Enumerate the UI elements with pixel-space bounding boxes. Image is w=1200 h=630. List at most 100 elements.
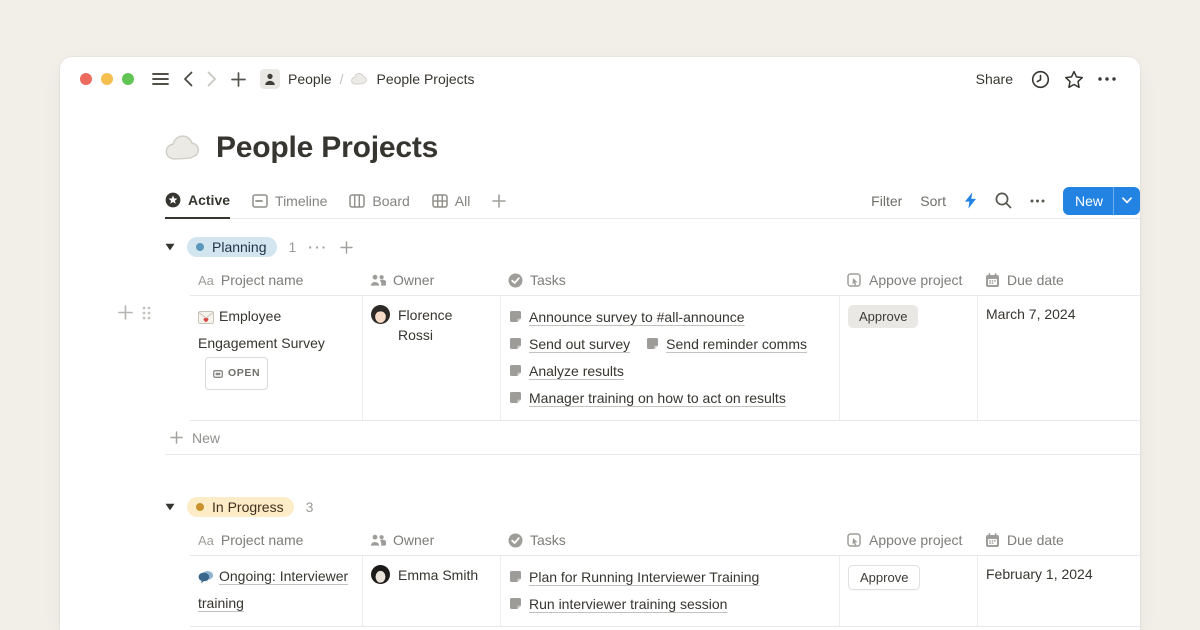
avatar [371, 305, 390, 324]
task-link[interactable]: Manager training on how to act on result… [509, 390, 786, 406]
task-title: Analyze results [529, 363, 624, 379]
hamburger-menu-icon[interactable] [152, 72, 169, 86]
approve-cell: Approve [839, 556, 977, 626]
task-title: Send out survey [529, 336, 630, 352]
task-link[interactable]: Send reminder comms [646, 336, 807, 352]
board-icon [349, 193, 365, 209]
group-header: Planning 1 ··· [165, 233, 1140, 261]
task-link[interactable]: Analyze results [509, 363, 624, 379]
group-planning: Planning 1 ··· Aa Project name [165, 233, 1140, 455]
view-tabs: Active Timeline Board [165, 183, 506, 218]
group-count: 3 [306, 499, 314, 515]
task-link[interactable]: Plan for Running Interviewer Training [509, 569, 759, 585]
tab-all[interactable]: All [432, 183, 471, 218]
new-button-label[interactable]: New [1063, 187, 1113, 215]
search-icon[interactable] [995, 192, 1012, 209]
people-icon [370, 534, 386, 547]
open-page-button[interactable]: OPEN [205, 357, 268, 390]
task-line: Run interviewer training session [509, 590, 829, 617]
column-label: Owner [393, 272, 434, 288]
projects-table: Aa Project name Owner Tasks [190, 525, 1140, 627]
automation-lightning-icon[interactable] [964, 192, 977, 209]
filter-button[interactable]: Filter [871, 193, 902, 209]
group-add-icon[interactable] [340, 241, 353, 254]
fullscreen-window-button[interactable] [122, 73, 134, 85]
column-header-owner[interactable]: Owner [362, 272, 500, 288]
approve-cell: Approve [839, 296, 977, 420]
window-topbar: People / People Projects Share [60, 57, 1140, 101]
collapse-triangle-icon[interactable] [165, 503, 175, 511]
view-tabs-row: Active Timeline Board [165, 183, 1140, 219]
view-options-icon[interactable] [1030, 199, 1045, 203]
task-line: Manager training on how to act on result… [509, 384, 829, 411]
due-date-cell[interactable]: February 1, 2024 [977, 556, 1140, 626]
new-row-button[interactable]: New [165, 421, 1140, 455]
breadcrumb-page[interactable]: People Projects [376, 71, 474, 87]
status-badge-planning[interactable]: Planning [187, 237, 277, 257]
favorite-star-icon[interactable] [1064, 70, 1084, 89]
check-circle-icon [508, 273, 523, 288]
column-header-tasks[interactable]: Tasks [500, 272, 839, 288]
sort-button[interactable]: Sort [920, 193, 946, 209]
task-line: Send out survey Send reminder comms [509, 330, 829, 357]
tab-board[interactable]: Board [349, 183, 409, 218]
column-header-due-date[interactable]: Due date [977, 532, 1140, 548]
minimize-window-button[interactable] [101, 73, 113, 85]
approve-button[interactable]: Approve [848, 305, 918, 328]
more-options-icon[interactable] [1098, 77, 1116, 81]
column-label: Tasks [530, 532, 566, 548]
table-row: Employee Engagement SurveyOPEN Florence … [190, 295, 1140, 421]
column-header-project-name[interactable]: Aa Project name [190, 272, 362, 288]
insert-row-plus-icon[interactable] [118, 305, 133, 320]
task-link[interactable]: Send out survey [509, 336, 630, 352]
column-header-approve[interactable]: Appove project [839, 272, 977, 288]
due-date-cell[interactable]: March 7, 2024 [977, 296, 1140, 420]
status-badge-in-progress[interactable]: In Progress [187, 497, 294, 517]
group-header: In Progress 3 [165, 493, 1140, 521]
due-date-value: March 7, 2024 [986, 306, 1076, 322]
chevron-down-icon[interactable] [1114, 187, 1140, 215]
tab-active[interactable]: Active [165, 184, 230, 219]
column-header-due-date[interactable]: Due date [977, 272, 1140, 288]
text-property-icon: Aa [198, 533, 214, 548]
projects-table: Aa Project name Owner Tasks [190, 265, 1140, 421]
breadcrumb-team[interactable]: People [288, 71, 332, 87]
project-name-cell[interactable]: Ongoing: Interviewer training [190, 556, 362, 626]
column-header-project-name[interactable]: Aa Project name [190, 532, 362, 548]
column-label: Project name [221, 532, 303, 548]
avatar [371, 565, 390, 584]
collapse-triangle-icon[interactable] [165, 243, 175, 251]
table-grid-icon [432, 193, 448, 209]
open-button-label: OPEN [228, 360, 260, 387]
tab-timeline[interactable]: Timeline [252, 183, 327, 218]
task-title: Plan for Running Interviewer Training [529, 569, 759, 585]
task-link[interactable]: Run interviewer training session [509, 596, 727, 612]
people-teamspace-icon [260, 69, 280, 89]
task-title: Manager training on how to act on result… [529, 390, 786, 406]
back-icon[interactable] [183, 71, 193, 87]
updates-clock-icon[interactable] [1031, 70, 1050, 89]
approve-button[interactable]: Approve [848, 565, 920, 590]
owner-cell[interactable]: Florence Rossi [362, 296, 500, 420]
drag-handle-icon[interactable] [142, 306, 151, 320]
new-record-button[interactable]: New [1063, 187, 1140, 215]
row-hover-controls [118, 305, 151, 320]
close-window-button[interactable] [80, 73, 92, 85]
group-label: Planning [212, 239, 267, 255]
cloud-icon [351, 73, 368, 85]
column-header-approve[interactable]: Appove project [839, 532, 977, 548]
group-options-icon[interactable]: ··· [308, 239, 328, 255]
tasks-cell: Plan for Running Interviewer Training Ru… [500, 556, 839, 626]
forward-icon[interactable] [207, 71, 217, 87]
column-header-tasks[interactable]: Tasks [500, 532, 839, 548]
add-view-icon[interactable] [492, 194, 506, 208]
share-button[interactable]: Share [976, 71, 1013, 87]
button-property-icon [847, 273, 862, 288]
task-link[interactable]: Announce survey to #all-announce [509, 309, 745, 325]
new-page-plus-icon[interactable] [231, 72, 246, 87]
owner-cell[interactable]: Emma Smith [362, 556, 500, 626]
project-name-cell[interactable]: Employee Engagement SurveyOPEN [190, 296, 362, 420]
task-line: Announce survey to #all-announce [509, 303, 829, 330]
column-header-owner[interactable]: Owner [362, 532, 500, 548]
button-property-icon [847, 533, 862, 548]
